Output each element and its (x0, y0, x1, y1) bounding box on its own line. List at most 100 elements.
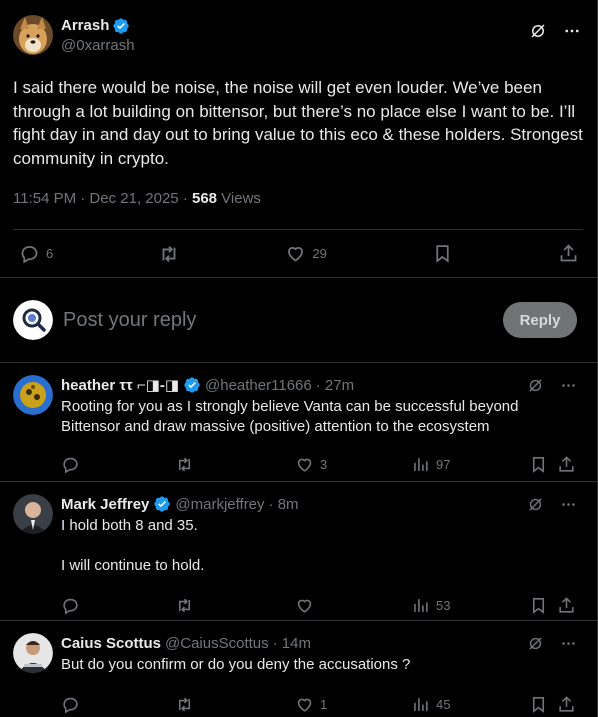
share-action[interactable] (557, 455, 576, 474)
like-action[interactable]: 1 (295, 695, 327, 714)
repost-icon (162, 245, 176, 262)
reply-author-name[interactable]: heather ττ ⌐◨-◨ (61, 376, 179, 394)
reply-author-name[interactable]: Mark Jeffrey (61, 496, 149, 513)
grok-icon[interactable] (529, 22, 547, 40)
reply-time[interactable]: · 8m (269, 496, 299, 513)
repost-action[interactable] (175, 596, 194, 615)
post-detail-page: Arrash @0xarrash I said there would be n… (0, 0, 598, 717)
views-label: Views (217, 190, 261, 207)
reply-action[interactable] (61, 596, 80, 615)
reply-time[interactable]: · 27m (316, 377, 354, 394)
share-icon (559, 696, 574, 712)
reply-item[interactable]: heather ττ ⌐◨-◨ @heather11666 · 27m Root… (0, 363, 597, 482)
reply-author-name[interactable]: Caius Scottus (61, 635, 161, 652)
views-count: 97 (436, 457, 451, 472)
bookmark-action[interactable] (529, 695, 548, 714)
more-options-icon[interactable] (560, 377, 577, 394)
reply-count: 6 (46, 246, 54, 261)
heart-icon (297, 698, 312, 712)
bookmark-action[interactable] (529, 455, 548, 474)
reply-text: Rooting for you as I strongly believe Va… (61, 398, 519, 435)
reply-button[interactable]: Reply (503, 302, 577, 338)
like-count: 3 (320, 457, 328, 472)
views-count: 45 (436, 697, 451, 712)
avatar[interactable] (13, 633, 53, 673)
views-count: 53 (436, 598, 451, 613)
grok-icon[interactable] (527, 496, 544, 513)
verified-badge-icon (153, 495, 171, 513)
analytics-icon (414, 698, 428, 711)
bookmark-icon (532, 597, 545, 614)
reply-time[interactable]: · 14m (273, 635, 311, 652)
share-action[interactable] (558, 243, 579, 264)
views-action[interactable]: 97 (411, 455, 450, 474)
repost-icon (178, 697, 191, 712)
reply-text: I hold both 8 and 35. I will continue to… (61, 517, 205, 574)
current-user-avatar[interactable] (13, 300, 53, 340)
bookmark-icon (532, 696, 545, 713)
reply-action[interactable]: 6 (19, 243, 53, 264)
bookmark-action[interactable] (432, 243, 453, 264)
reply-composer: Post your reply Reply (0, 278, 597, 363)
verified-badge-icon (183, 376, 201, 394)
heart-icon (297, 458, 312, 472)
more-options-icon[interactable] (560, 496, 577, 513)
main-post-header: Arrash @0xarrash (13, 0, 583, 70)
reply-item[interactable]: Mark Jeffrey @markjeffrey · 8m I hold bo… (0, 482, 597, 621)
like-action[interactable] (295, 596, 320, 615)
share-icon (559, 456, 574, 472)
post-actions: 6 29 (13, 229, 583, 277)
grok-icon[interactable] (527, 635, 544, 652)
grok-icon[interactable] (527, 377, 544, 394)
author-handle[interactable]: @0xarrash (61, 37, 135, 54)
repost-icon (178, 457, 191, 472)
reply-actions: 1 45 (61, 685, 581, 717)
reply-icon (21, 246, 38, 264)
reply-icon (63, 697, 78, 714)
avatar[interactable] (13, 15, 53, 55)
avatar[interactable] (13, 375, 53, 415)
more-options-icon[interactable] (563, 22, 581, 40)
like-count: 1 (320, 697, 328, 712)
share-action[interactable] (557, 596, 576, 615)
reply-icon (63, 598, 78, 615)
share-icon (560, 244, 577, 262)
like-count: 29 (312, 246, 327, 261)
views-action[interactable]: 45 (411, 695, 450, 714)
avatar[interactable] (13, 494, 53, 534)
reply-author-handle[interactable]: @CaiusScottus (165, 635, 269, 652)
like-action[interactable]: 3 (295, 455, 327, 474)
reply-actions: 3 97 (61, 445, 581, 485)
main-post: Arrash @0xarrash I said there would be n… (0, 0, 597, 278)
reply-icon (63, 457, 78, 474)
analytics-icon (414, 458, 428, 471)
reply-author-handle[interactable]: @markjeffrey (175, 496, 264, 513)
views-count: 568 (191, 190, 218, 207)
heart-icon (288, 247, 304, 262)
share-action[interactable] (557, 695, 576, 714)
verified-badge-icon (112, 17, 130, 35)
repost-action[interactable] (175, 455, 194, 474)
author-name[interactable]: Arrash (61, 17, 109, 34)
bookmark-action[interactable] (529, 596, 548, 615)
reply-actions: 53 (61, 586, 581, 626)
post-text: I said there would be noise, the noise w… (13, 78, 583, 168)
heart-icon (297, 599, 312, 613)
reply-action[interactable] (61, 695, 80, 714)
analytics-icon (414, 599, 428, 612)
post-meta: 11:54 PM · Dec 21, 2025 · 568 Views (13, 190, 583, 212)
views-action[interactable]: 53 (411, 596, 450, 615)
post-timestamp[interactable]: 11:54 PM · Dec 21, 2025 · (13, 190, 192, 207)
reply-text: But do you confirm or do you deny the ac… (61, 656, 411, 673)
repost-action[interactable] (158, 243, 180, 265)
reply-item[interactable]: Caius Scottus @CaiusScottus · 14m But do… (0, 621, 597, 717)
repost-icon (178, 598, 191, 613)
reply-author-handle[interactable]: @heather11666 (205, 377, 312, 394)
more-options-icon[interactable] (560, 635, 577, 652)
repost-action[interactable] (175, 695, 194, 714)
bookmark-icon (436, 245, 449, 263)
reply-action[interactable] (61, 455, 80, 474)
like-action[interactable]: 29 (285, 243, 327, 264)
reply-input[interactable]: Post your reply (63, 309, 503, 332)
share-icon (559, 597, 574, 613)
